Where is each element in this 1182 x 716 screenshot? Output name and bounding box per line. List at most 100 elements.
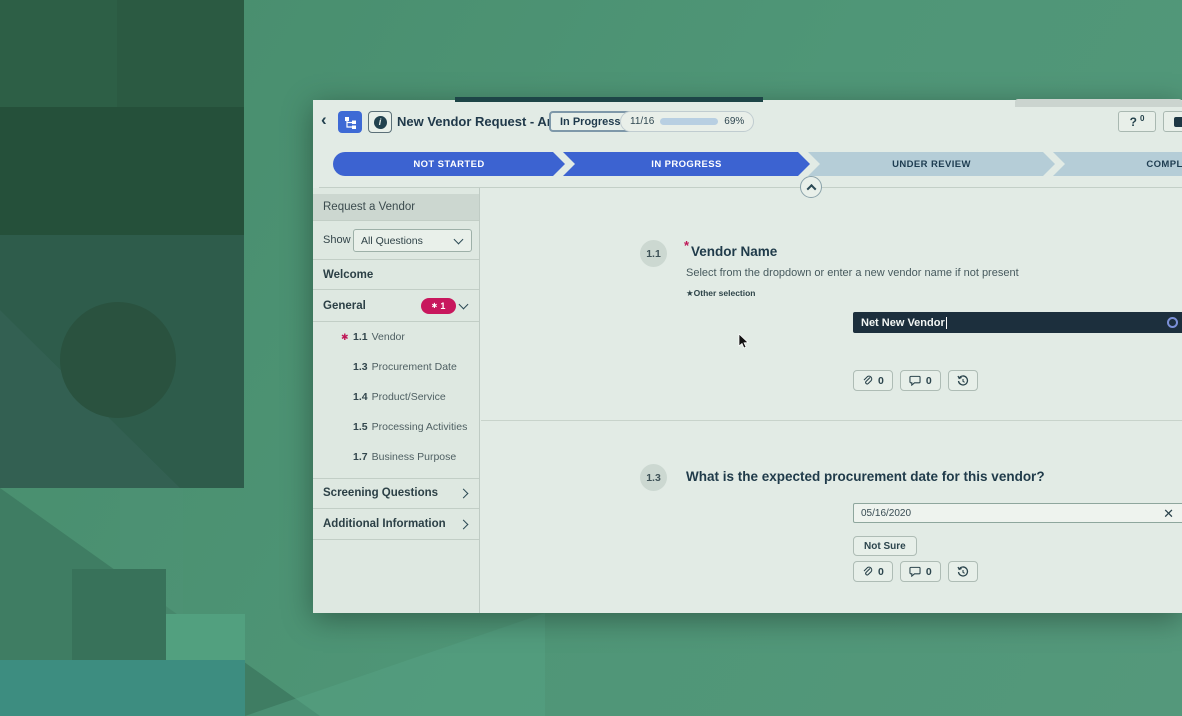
sidebar-item-general[interactable]: General ✱ 1 (313, 290, 479, 322)
flag-button[interactable]: 0 (1163, 111, 1182, 132)
browser-tab-strip (455, 97, 763, 102)
required-count-badge: ✱ 1 (421, 298, 456, 314)
question-label: Processing Activities (372, 421, 468, 433)
question-label: Product/Service (372, 391, 446, 403)
comments-count: 0 (926, 566, 932, 578)
question-subtitle: Select from the dropdown or enter a new … (686, 267, 1019, 279)
sidebar-item-1-3-procurement-date[interactable]: 1.3 Procurement Date (313, 352, 479, 382)
question-actions: 0 0 (853, 370, 978, 391)
collapse-stepper-button[interactable] (800, 176, 822, 198)
vendor-name-input[interactable]: Net New Vendor ✕ (853, 312, 1182, 333)
stepper-step-completed: COMPLETED (1053, 152, 1182, 176)
question-mark-icon: ? (1130, 115, 1137, 129)
sidebar-item-1-1-vendor[interactable]: ✱ 1.1 Vendor (313, 322, 479, 352)
chevron-up-icon (806, 183, 816, 193)
sidebar-item-1-4-product-service[interactable]: 1.4 Product/Service (313, 382, 479, 412)
paperclip-icon (862, 375, 873, 386)
question-number-circle: 1.3 (640, 464, 667, 491)
progress-bar (660, 118, 718, 125)
divider (481, 420, 1182, 421)
filter-row: Show All Questions (313, 221, 479, 260)
sidebar-item-1-7-business-purpose[interactable]: 1.7 Business Purpose (313, 442, 479, 472)
bg-shape (60, 302, 176, 418)
flag-icon (1174, 117, 1182, 127)
clear-icon[interactable]: ✕ (1163, 507, 1174, 520)
question-title: What is the expected procurement date fo… (686, 469, 1045, 484)
bg-shape (0, 660, 245, 716)
history-button[interactable] (948, 561, 978, 582)
section-label: Screening Questions (323, 487, 438, 499)
required-icon: ✱ (341, 332, 349, 343)
required-icon: * (684, 238, 689, 253)
history-icon (957, 375, 969, 387)
comment-icon (909, 566, 921, 577)
badge-count: 1 (440, 301, 445, 311)
question-label: Business Purpose (372, 451, 457, 463)
text-caret (946, 317, 947, 329)
bg-shape (0, 0, 117, 107)
input-value: Net New Vendor (861, 317, 945, 329)
tree-icon (344, 116, 357, 129)
comments-button[interactable]: 0 (900, 370, 941, 391)
question-label: Vendor (372, 331, 405, 343)
sidebar-item-1-5-processing-activities[interactable]: 1.5 Processing Activities (313, 412, 479, 442)
chevron-down-icon (454, 234, 464, 244)
question-number: 1.5 (353, 421, 368, 433)
tree-view-button[interactable] (338, 111, 362, 133)
sidebar-item-additional-information[interactable]: Additional Information (313, 509, 479, 540)
star-icon: ★ (686, 288, 694, 298)
loading-spinner-icon (1167, 317, 1178, 328)
question-filter-select[interactable]: All Questions (353, 229, 472, 252)
back-icon[interactable]: ‹ (321, 110, 327, 130)
attachments-count: 0 (878, 375, 884, 387)
question-label: Procurement Date (372, 361, 457, 373)
question-number: 1.7 (353, 451, 368, 463)
question-actions: 0 0 (853, 561, 978, 582)
history-button[interactable] (948, 370, 978, 391)
section-label: Additional Information (323, 518, 446, 530)
chevron-right-icon (459, 519, 469, 529)
stepper-step-in-progress: IN PROGRESS (563, 152, 810, 176)
comment-icon (909, 375, 921, 386)
not-sure-button[interactable]: Not Sure (853, 536, 917, 556)
attachments-count: 0 (878, 566, 884, 578)
question-number-circle: 1.1 (640, 240, 667, 267)
section-label: General (323, 300, 366, 312)
bg-shape (117, 0, 244, 107)
sidebar-item-screening-questions[interactable]: Screening Questions (313, 478, 479, 509)
help-button[interactable]: ? 0 (1118, 111, 1156, 132)
chevron-right-icon (459, 488, 469, 498)
procurement-date-input[interactable]: 05/16/2020 ✕ (853, 503, 1182, 523)
history-icon (957, 566, 969, 578)
comments-count: 0 (926, 375, 932, 387)
info-button[interactable]: i (368, 111, 392, 133)
bg-shape (72, 569, 166, 663)
stepper-step-not-started: NOT STARTED (333, 152, 565, 176)
mouse-cursor (738, 333, 750, 350)
show-label: Show (323, 234, 351, 246)
question-number: 1.1 (353, 331, 368, 343)
help-count: 0 (1140, 114, 1144, 123)
progress-fraction: 11/16 (630, 116, 654, 127)
paperclip-icon (862, 566, 873, 577)
bg-shape (0, 107, 244, 235)
question-number: 1.3 (353, 361, 368, 373)
info-icon: i (374, 116, 387, 129)
question-title: Vendor Name (691, 244, 777, 259)
attachments-button[interactable]: 0 (853, 370, 893, 391)
progress-indicator: 11/16 69% (620, 111, 754, 132)
browser-edge-strip (1015, 99, 1182, 107)
sidebar: Request a Vendor Show All Questions Welc… (313, 188, 480, 613)
other-selection-label: ★Other selection (686, 288, 756, 299)
comments-button[interactable]: 0 (900, 561, 941, 582)
question-number: 1.4 (353, 391, 368, 403)
app-window: ‹ i New Vendor Request - Amazo... In Pro… (313, 100, 1182, 613)
input-value: 05/16/2020 (861, 508, 911, 519)
attachments-button[interactable]: 0 (853, 561, 893, 582)
sidebar-item-welcome[interactable]: Welcome (313, 260, 479, 290)
asterisk-icon: ✱ (432, 302, 438, 310)
stepper-step-under-review: UNDER REVIEW (808, 152, 1055, 176)
section-label: Welcome (323, 269, 373, 281)
filter-value: All Questions (361, 235, 423, 247)
sidebar-title: Request a Vendor (313, 194, 479, 221)
